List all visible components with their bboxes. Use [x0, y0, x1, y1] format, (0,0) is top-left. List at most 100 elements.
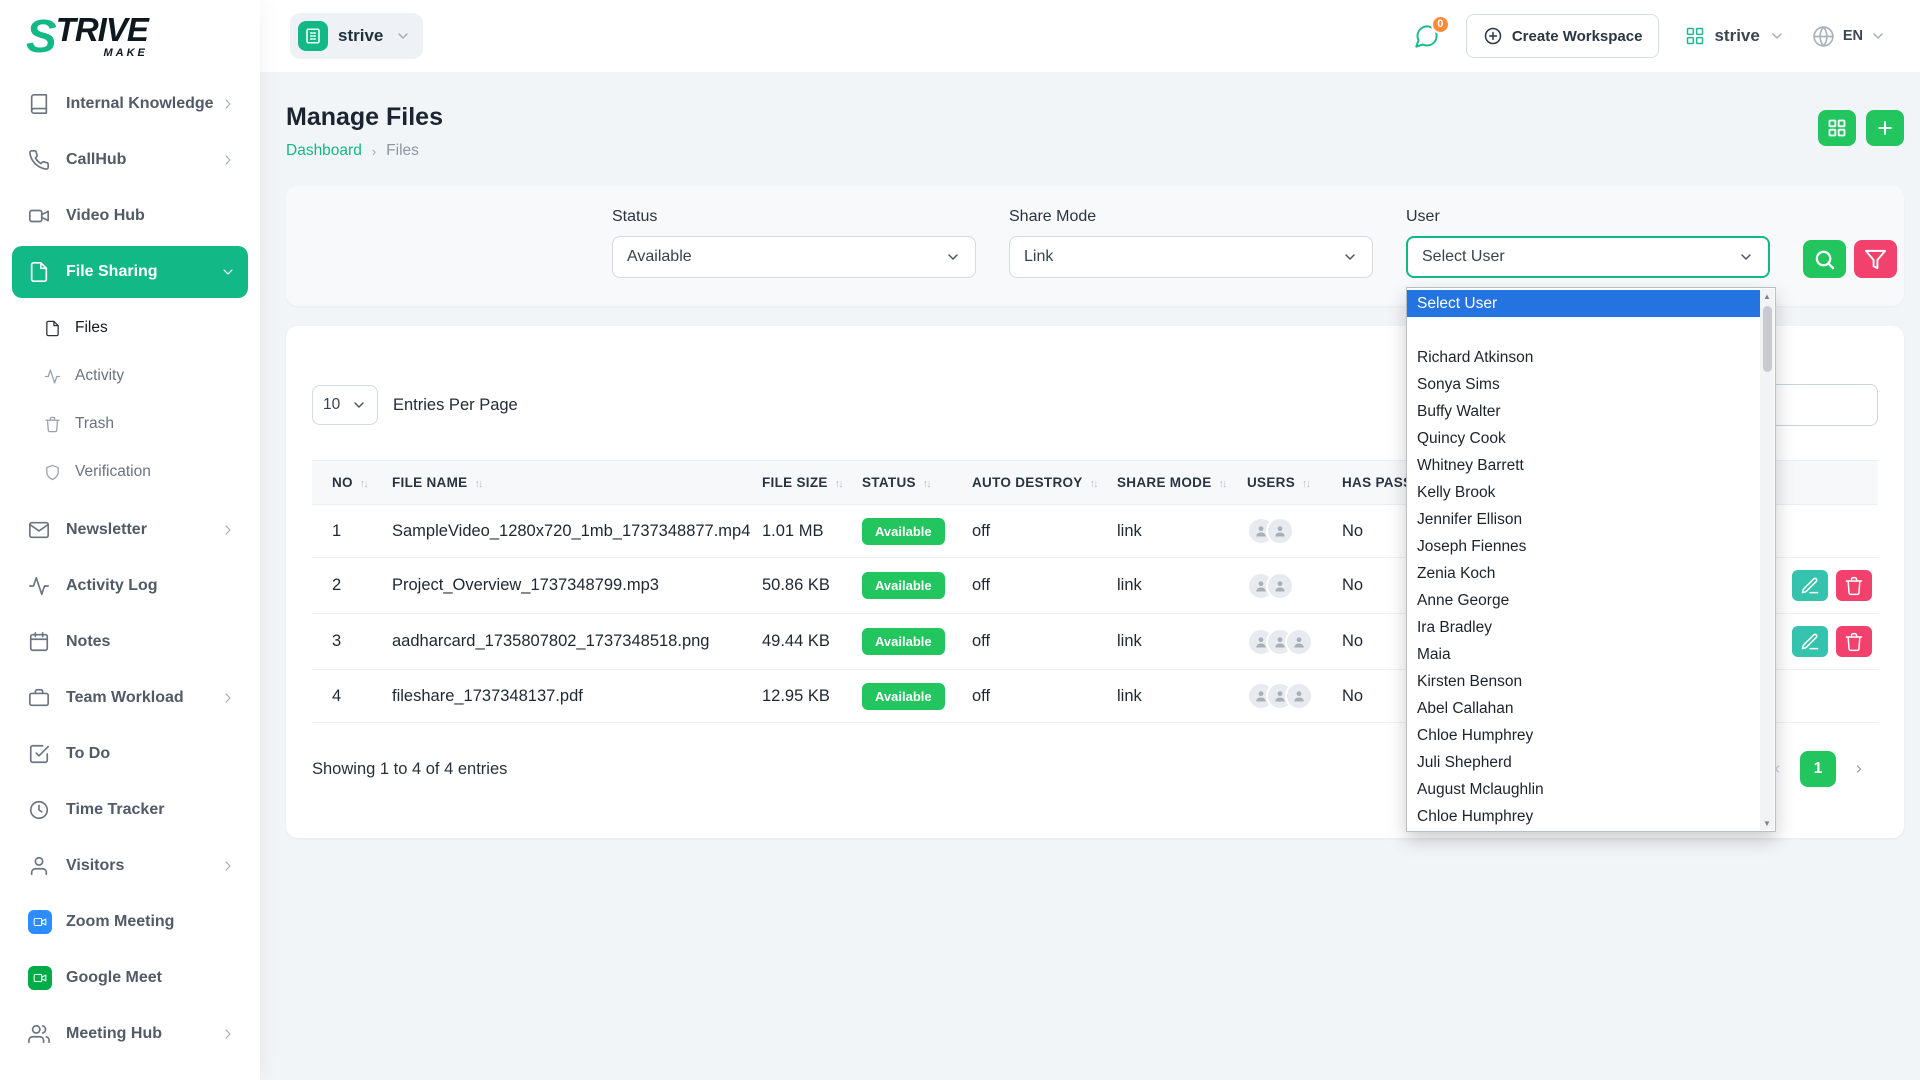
- grid-view-button[interactable]: [1818, 110, 1856, 146]
- sidebar-subitem-verification[interactable]: Verification: [44, 448, 248, 496]
- chevron-right-icon: [220, 152, 236, 168]
- user-dropdown-option[interactable]: Buffy Walter: [1407, 398, 1760, 425]
- pagination: 1: [1762, 751, 1878, 787]
- sidebar-item-to-do[interactable]: To Do: [12, 728, 248, 780]
- col-header-no[interactable]: NO↑↓: [312, 461, 382, 505]
- user-dropdown-option[interactable]: Anne George: [1407, 587, 1760, 614]
- sidebar-nav: Internal KnowledgeCallHubVideo HubFile S…: [0, 72, 260, 1080]
- shield-icon: [44, 464, 61, 481]
- cell-share-mode: link: [1107, 558, 1237, 614]
- delete-button[interactable]: [1836, 626, 1872, 657]
- sidebar-item-callhub[interactable]: CallHub: [12, 134, 248, 186]
- sidebar-item-google-meet[interactable]: Google Meet: [12, 952, 248, 1004]
- add-file-button[interactable]: [1866, 110, 1904, 146]
- file-icon: [28, 261, 50, 283]
- sidebar-item-meeting-hub[interactable]: Meeting Hub: [12, 1008, 248, 1060]
- user-dropdown-option[interactable]: Kelly Brook: [1407, 479, 1760, 506]
- col-header-file-name[interactable]: FILE NAME↑↓: [382, 461, 752, 505]
- user-dropdown-option[interactable]: Chloe Humphrey: [1407, 803, 1760, 829]
- col-header-file-size[interactable]: FILE SIZE↑↓: [752, 461, 852, 505]
- user-select[interactable]: Select User: [1406, 236, 1770, 278]
- reset-filter-button[interactable]: [1854, 240, 1897, 278]
- pagination-page-1[interactable]: 1: [1800, 751, 1836, 787]
- col-header-users[interactable]: USERS↑↓: [1237, 461, 1332, 505]
- avatar: [1285, 628, 1313, 656]
- sidebar-item-time-tracker[interactable]: Time Tracker: [12, 784, 248, 836]
- col-header-share-mode[interactable]: SHARE MODE↑↓: [1107, 461, 1237, 505]
- sidebar-item-team-workload[interactable]: Team Workload: [12, 672, 248, 724]
- cell-file-size: 50.86 KB: [752, 558, 852, 614]
- cell-file-size: 12.95 KB: [752, 670, 852, 723]
- user-dropdown-option[interactable]: Abel Callahan: [1407, 695, 1760, 722]
- user-dropdown-option[interactable]: Whitney Barrett: [1407, 452, 1760, 479]
- create-workspace-button[interactable]: Create Workspace: [1466, 14, 1660, 58]
- chat-icon[interactable]: 0: [1413, 23, 1440, 50]
- mail-icon: [28, 519, 50, 541]
- sidebar-subitem-trash[interactable]: Trash: [44, 400, 248, 448]
- scroll-up-icon[interactable]: ▲: [1760, 289, 1774, 303]
- cell-users: [1237, 558, 1332, 614]
- cell-no: 1: [312, 505, 382, 558]
- sidebar-item-newsletter[interactable]: Newsletter: [12, 504, 248, 556]
- sidebar-item-label: Activity Log: [66, 577, 158, 595]
- sidebar-item-label: Google Meet: [66, 969, 162, 987]
- book-icon: [28, 93, 50, 115]
- sort-icon: ↑↓: [1219, 478, 1226, 490]
- user-dropdown-option[interactable]: Richard Atkinson: [1407, 344, 1760, 371]
- topbar: strive 0 Create Workspace strive EN: [260, 0, 1920, 72]
- col-header-auto-destroy[interactable]: AUTO DESTROY↑↓: [962, 461, 1107, 505]
- file-icon: [44, 320, 61, 337]
- user-dropdown-option[interactable]: Zenia Koch: [1407, 560, 1760, 587]
- plus-circle-icon: [1483, 26, 1503, 46]
- sidebar-item-internal-knowledge[interactable]: Internal Knowledge: [12, 78, 248, 130]
- chevron-right-icon: [220, 96, 236, 112]
- workspace-selector[interactable]: strive: [290, 13, 423, 59]
- globe-icon: [1811, 24, 1836, 49]
- user-option-list: Select User Richard AtkinsonSonya SimsBuf…: [1407, 290, 1760, 829]
- user-dropdown-option[interactable]: Ira Bradley: [1407, 614, 1760, 641]
- user-dropdown-option[interactable]: Chloe Humphrey: [1407, 722, 1760, 749]
- dropdown-scrollbar[interactable]: ▲ ▼: [1760, 289, 1774, 830]
- pagination-next-button[interactable]: [1844, 752, 1874, 786]
- sidebar-item-visitors[interactable]: Visitors: [12, 840, 248, 892]
- breadcrumb-current: Files: [386, 142, 419, 160]
- status-badge: Available: [862, 628, 945, 655]
- user-dropdown-option[interactable]: [1407, 317, 1760, 344]
- col-header-status[interactable]: STATUS↑↓: [852, 461, 962, 505]
- scrollbar-thumb[interactable]: [1763, 306, 1772, 372]
- sidebar-item-notes[interactable]: Notes: [12, 616, 248, 668]
- user-dropdown-option[interactable]: Sonya Sims: [1407, 371, 1760, 398]
- user-dropdown-option[interactable]: Kirsten Benson: [1407, 668, 1760, 695]
- sidebar-subitem-activity[interactable]: Activity: [44, 352, 248, 400]
- org-selector[interactable]: strive: [1685, 26, 1784, 46]
- user-dropdown-option[interactable]: August Mclaughlin: [1407, 776, 1760, 803]
- user-dropdown-option[interactable]: Juli Shepherd: [1407, 749, 1760, 776]
- entries-per-page-select[interactable]: 10: [312, 385, 378, 425]
- status-select-value: Available: [627, 248, 692, 266]
- brand-logo[interactable]: S TRIVE MAKE: [0, 0, 260, 72]
- scroll-down-icon[interactable]: ▼: [1760, 816, 1774, 830]
- trash-icon: [44, 416, 61, 433]
- language-selector[interactable]: EN: [1811, 24, 1886, 49]
- sidebar-subitem-files[interactable]: Files: [44, 304, 248, 352]
- sidebar-item-activity-log[interactable]: Activity Log: [12, 560, 248, 612]
- edit-button[interactable]: [1792, 570, 1828, 601]
- user-dropdown-option[interactable]: Joseph Fiennes: [1407, 533, 1760, 560]
- language-label: EN: [1843, 28, 1863, 44]
- apply-filter-button[interactable]: [1803, 240, 1846, 278]
- delete-button[interactable]: [1836, 570, 1872, 601]
- sidebar-item-zoom-meeting[interactable]: Zoom Meeting: [12, 896, 248, 948]
- sidebar-item-video-hub[interactable]: Video Hub: [12, 190, 248, 242]
- breadcrumb-dashboard[interactable]: Dashboard: [286, 142, 362, 160]
- topbar-right: 0 Create Workspace strive EN: [1413, 14, 1886, 58]
- sidebar-item-file-sharing[interactable]: File Sharing: [12, 246, 248, 298]
- status-select[interactable]: Available: [612, 236, 976, 278]
- share-mode-select[interactable]: Link: [1009, 236, 1373, 278]
- user-dropdown-option[interactable]: Select User: [1407, 290, 1760, 317]
- sidebar-item-feedback[interactable]: Feedback: [12, 1064, 248, 1080]
- user-dropdown-option[interactable]: Maia: [1407, 641, 1760, 668]
- edit-button[interactable]: [1792, 626, 1828, 657]
- user-dropdown-option[interactable]: Quincy Cook: [1407, 425, 1760, 452]
- user-dropdown-option[interactable]: Jennifer Ellison: [1407, 506, 1760, 533]
- sidebar-item-label: Team Workload: [66, 689, 184, 707]
